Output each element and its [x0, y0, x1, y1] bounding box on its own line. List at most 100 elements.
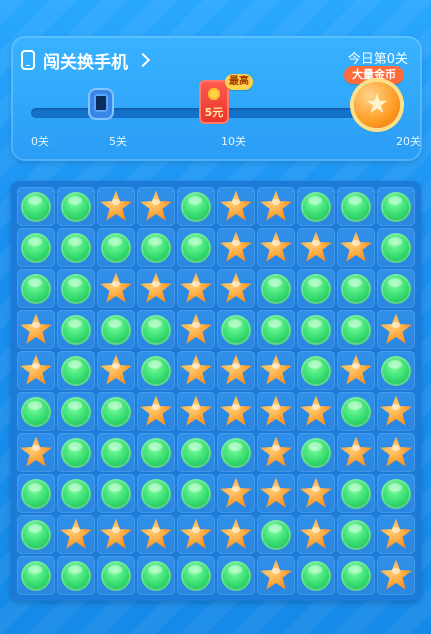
board-cell[interactable]	[217, 474, 255, 513]
board-cell[interactable]	[257, 310, 295, 349]
board-cell[interactable]	[217, 556, 255, 595]
board-cell[interactable]	[297, 433, 335, 472]
board-cell[interactable]	[217, 515, 255, 554]
board-cell[interactable]	[257, 556, 295, 595]
final-reward-ball[interactable]	[354, 82, 400, 128]
board-cell[interactable]	[297, 474, 335, 513]
board-cell[interactable]	[97, 310, 135, 349]
board-cell[interactable]	[297, 351, 335, 390]
board-cell[interactable]	[177, 269, 215, 308]
board-cell[interactable]	[177, 351, 215, 390]
board-cell[interactable]	[217, 392, 255, 431]
board-cell[interactable]	[97, 228, 135, 267]
board-cell[interactable]	[137, 310, 175, 349]
board-cell[interactable]	[177, 228, 215, 267]
board-cell[interactable]	[57, 556, 95, 595]
board-cell[interactable]	[17, 474, 55, 513]
board-cell[interactable]	[97, 392, 135, 431]
board-cell[interactable]	[377, 228, 415, 267]
board-cell[interactable]	[17, 351, 55, 390]
board-cell[interactable]	[377, 474, 415, 513]
board-cell[interactable]	[297, 269, 335, 308]
board-cell[interactable]	[377, 187, 415, 226]
board-cell[interactable]	[297, 228, 335, 267]
board-cell[interactable]	[217, 433, 255, 472]
board-cell[interactable]	[17, 392, 55, 431]
board-cell[interactable]	[177, 392, 215, 431]
board-cell[interactable]	[377, 556, 415, 595]
board-cell[interactable]	[217, 187, 255, 226]
board-cell[interactable]	[337, 310, 375, 349]
board-cell[interactable]	[377, 310, 415, 349]
board-cell[interactable]	[17, 187, 55, 226]
board-cell[interactable]	[57, 269, 95, 308]
chevron-right-icon[interactable]	[135, 52, 151, 68]
board-cell[interactable]	[377, 433, 415, 472]
board-cell[interactable]	[177, 433, 215, 472]
board-cell[interactable]	[137, 187, 175, 226]
board-cell[interactable]	[57, 474, 95, 513]
board-cell[interactable]	[257, 515, 295, 554]
board-cell[interactable]	[97, 556, 135, 595]
board-cell[interactable]	[337, 392, 375, 431]
board-cell[interactable]	[337, 474, 375, 513]
board-cell[interactable]	[377, 515, 415, 554]
board-cell[interactable]	[257, 187, 295, 226]
board-cell[interactable]	[97, 474, 135, 513]
board-cell[interactable]	[57, 392, 95, 431]
board-cell[interactable]	[17, 556, 55, 595]
page-title[interactable]: 闯关换手机	[43, 48, 128, 73]
board-cell[interactable]	[177, 515, 215, 554]
board-cell[interactable]	[57, 187, 95, 226]
board-cell[interactable]	[257, 351, 295, 390]
board-cell[interactable]	[97, 433, 135, 472]
board-cell[interactable]	[97, 269, 135, 308]
board-cell[interactable]	[137, 433, 175, 472]
red-packet-reward[interactable]: 5元	[199, 80, 229, 124]
board-cell[interactable]	[57, 515, 95, 554]
board-cell[interactable]	[177, 187, 215, 226]
board-cell[interactable]	[337, 187, 375, 226]
board-cell[interactable]	[17, 269, 55, 308]
board-cell[interactable]	[57, 310, 95, 349]
board-cell[interactable]	[137, 474, 175, 513]
board-cell[interactable]	[257, 228, 295, 267]
board-cell[interactable]	[337, 269, 375, 308]
board-cell[interactable]	[257, 269, 295, 308]
board-cell[interactable]	[97, 351, 135, 390]
board-cell[interactable]	[297, 310, 335, 349]
board-cell[interactable]	[177, 556, 215, 595]
board-cell[interactable]	[217, 269, 255, 308]
board-cell[interactable]	[377, 269, 415, 308]
board-cell[interactable]	[217, 310, 255, 349]
board-cell[interactable]	[377, 392, 415, 431]
board-cell[interactable]	[97, 515, 135, 554]
board-cell[interactable]	[137, 392, 175, 431]
board-cell[interactable]	[337, 556, 375, 595]
board-cell[interactable]	[97, 187, 135, 226]
board-cell[interactable]	[57, 351, 95, 390]
board-cell[interactable]	[17, 228, 55, 267]
board-cell[interactable]	[137, 228, 175, 267]
board-cell[interactable]	[297, 392, 335, 431]
board-cell[interactable]	[137, 515, 175, 554]
board-cell[interactable]	[217, 351, 255, 390]
board-cell[interactable]	[177, 474, 215, 513]
board-cell[interactable]	[257, 392, 295, 431]
board-cell[interactable]	[177, 310, 215, 349]
board-cell[interactable]	[137, 351, 175, 390]
board-cell[interactable]	[337, 515, 375, 554]
board-cell[interactable]	[257, 433, 295, 472]
title-row[interactable]: 闯关换手机	[21, 46, 151, 74]
board-cell[interactable]	[377, 351, 415, 390]
board-cell[interactable]	[297, 187, 335, 226]
board-cell[interactable]	[297, 556, 335, 595]
board-cell[interactable]	[257, 474, 295, 513]
board-cell[interactable]	[137, 556, 175, 595]
board-cell[interactable]	[137, 269, 175, 308]
board-cell[interactable]	[337, 228, 375, 267]
board-cell[interactable]	[297, 515, 335, 554]
board-cell[interactable]	[57, 228, 95, 267]
board-cell[interactable]	[17, 433, 55, 472]
board-cell[interactable]	[17, 515, 55, 554]
